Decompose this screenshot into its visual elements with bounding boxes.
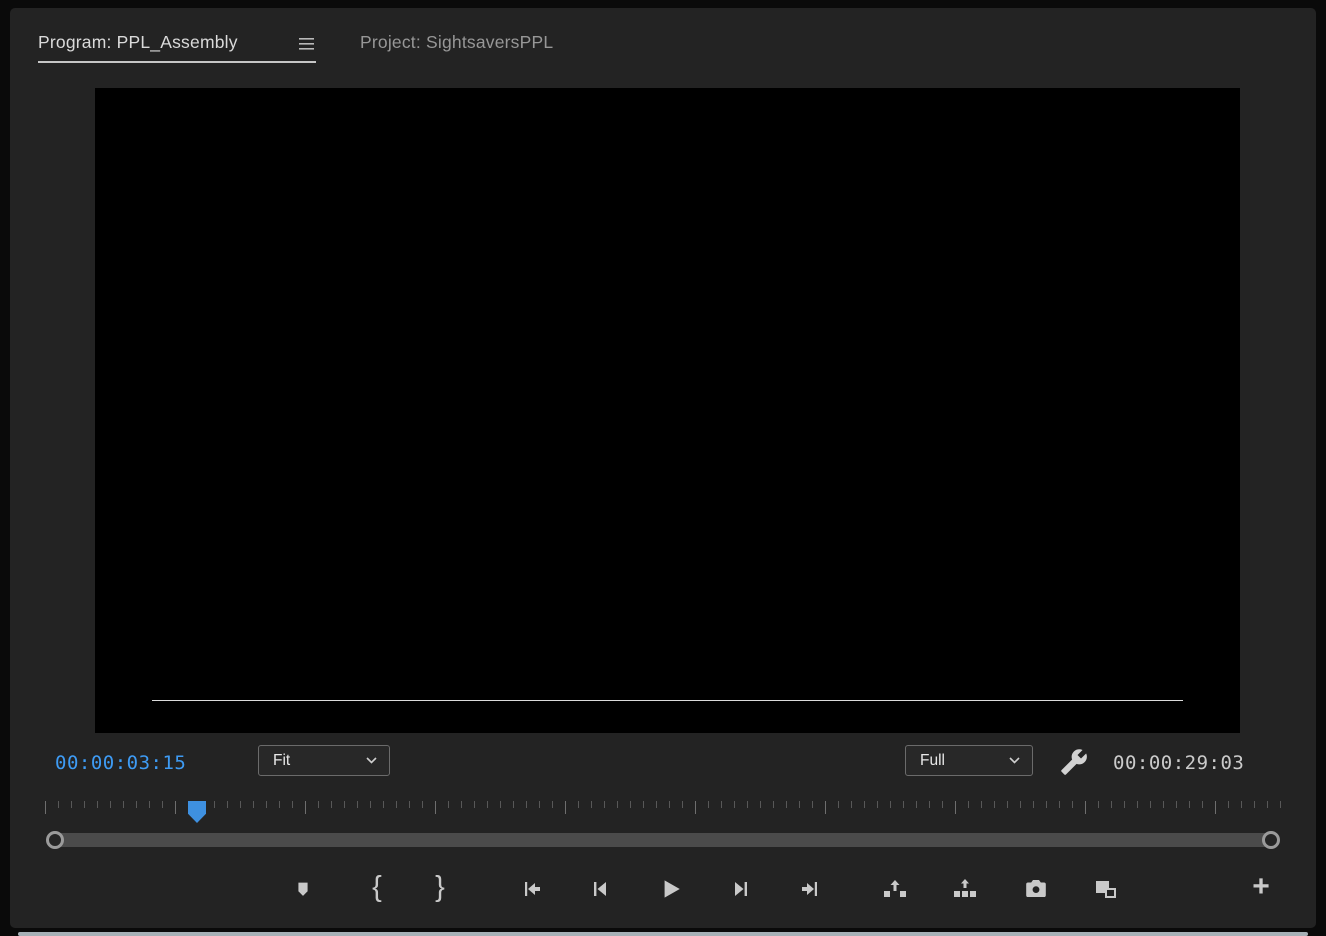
button-editor-button[interactable]: +: [1241, 866, 1281, 912]
plus-icon: +: [1252, 870, 1270, 903]
tab-program-monitor[interactable]: Program: PPL_Assembly: [38, 32, 238, 53]
step-back-button[interactable]: [580, 866, 620, 912]
go-to-in-button[interactable]: [512, 866, 552, 912]
camera-icon: [1024, 877, 1048, 901]
comparison-view-icon: [1092, 877, 1118, 901]
playback-resolution-value: Full: [920, 751, 945, 769]
mark-in-icon: {: [372, 870, 382, 903]
playback-resolution-select[interactable]: Full: [905, 745, 1033, 776]
marker-icon: [292, 878, 314, 900]
zoom-level-value: Fit: [273, 751, 291, 769]
sequence-duration-timecode: 00:00:29:03: [1113, 752, 1245, 774]
export-frame-button[interactable]: [1016, 866, 1056, 912]
zoom-scrollbar[interactable]: [46, 831, 1280, 849]
video-preview: [95, 88, 1240, 733]
panel-bottom-divider: [18, 932, 1308, 936]
zoom-handle-left[interactable]: [46, 831, 64, 849]
comparison-view-button[interactable]: [1085, 866, 1125, 912]
play-button[interactable]: [650, 866, 690, 912]
program-monitor-panel: Program: PPL_Assembly Project: Sightsave…: [10, 8, 1316, 928]
mark-out-icon: }: [435, 870, 445, 903]
zoom-level-select[interactable]: Fit: [258, 745, 390, 776]
mark-in-button[interactable]: {: [357, 866, 397, 912]
current-timecode[interactable]: 00:00:03:15: [55, 752, 186, 774]
timeline-ruler[interactable]: [45, 801, 1281, 831]
active-tab-underline: [38, 61, 316, 63]
go-to-out-button[interactable]: [790, 866, 830, 912]
go-to-out-icon: [798, 877, 822, 901]
tab-project[interactable]: Project: SightsaversPPL: [360, 32, 553, 53]
play-icon: [657, 876, 683, 902]
chevron-down-icon: [1008, 756, 1021, 765]
panel-menu-icon[interactable]: [298, 37, 316, 51]
step-forward-icon: [729, 877, 753, 901]
zoom-handle-right[interactable]: [1262, 831, 1280, 849]
lift-button[interactable]: [875, 866, 915, 912]
playhead-marker[interactable]: [188, 801, 206, 823]
extract-icon: [952, 877, 978, 901]
go-to-in-icon: [520, 877, 544, 901]
step-forward-button[interactable]: [721, 866, 761, 912]
mark-out-button[interactable]: }: [420, 866, 460, 912]
chevron-down-icon: [365, 756, 378, 765]
step-back-icon: [588, 877, 612, 901]
video-frame-content-line: [152, 700, 1183, 701]
lift-icon: [882, 877, 908, 901]
extract-button[interactable]: [945, 866, 985, 912]
settings-wrench-icon[interactable]: [1060, 748, 1088, 776]
add-marker-button[interactable]: [283, 866, 323, 912]
